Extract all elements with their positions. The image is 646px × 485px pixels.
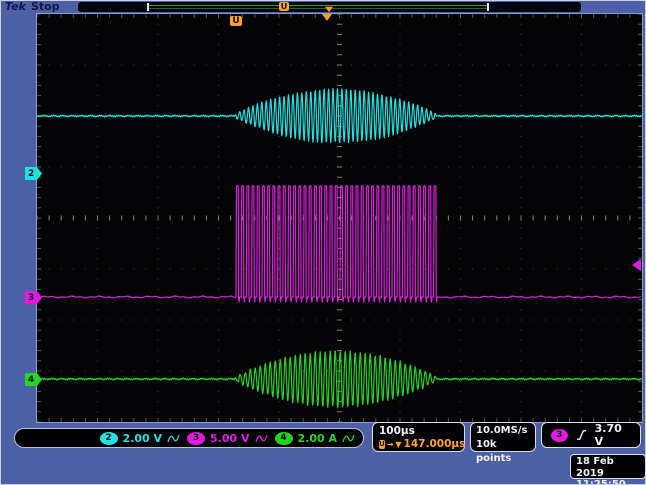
delay-value: 147.000µs bbox=[404, 438, 466, 451]
record-view-strip: U bbox=[78, 2, 581, 12]
expansion-point-icon: U bbox=[379, 440, 385, 449]
horizontal-readout: 100µs U → ▼ 147.000µs bbox=[372, 422, 465, 452]
coupling-squiggle-icon bbox=[167, 433, 180, 444]
channel-2-readout: 2 2.00 V bbox=[100, 432, 180, 445]
rising-edge-icon bbox=[576, 429, 587, 441]
trigger-source-badge: 3 bbox=[551, 429, 568, 442]
trigger-position-icon bbox=[325, 7, 333, 13]
sample-rate: 10.0MS/s bbox=[476, 424, 530, 438]
delay-readout: U → ▼ 147.000µs bbox=[379, 438, 458, 451]
channel-3-readout: 3 5.00 V bbox=[187, 432, 267, 445]
trigger-position-icon bbox=[322, 14, 332, 21]
channel-2-badge: 2 bbox=[100, 432, 118, 445]
trigger-level-arrow-icon bbox=[632, 259, 641, 271]
channel-2-scale: 2.00 V bbox=[123, 432, 162, 445]
channel-readout-bar: 2 2.00 V 3 5.00 V 4 2.00 A bbox=[14, 428, 364, 448]
acquisition-status: Stop bbox=[31, 0, 60, 13]
channel-3-badge: 3 bbox=[187, 432, 205, 445]
date-value: 18 Feb 2019 bbox=[576, 456, 640, 479]
record-length: 10k points bbox=[476, 438, 530, 466]
tek-logo: Tek bbox=[5, 0, 26, 13]
waveform-canvas bbox=[37, 14, 642, 422]
datetime-readout: 18 Feb 2019 11:25:50 bbox=[570, 454, 646, 479]
window-bracket-left bbox=[147, 3, 149, 11]
coupling-squiggle-icon bbox=[255, 433, 268, 444]
oscilloscope-screen: Tek Stop U U 2 3 4 2 2.00 V 3 5.00 V bbox=[0, 0, 646, 485]
trigger-level: 3.70 V bbox=[595, 422, 631, 448]
channel-3-scale: 5.00 V bbox=[210, 432, 249, 445]
record-waveform-line bbox=[149, 8, 488, 9]
trigger-position-icon: ▼ bbox=[395, 440, 401, 449]
expansion-point-icon: U bbox=[279, 2, 289, 11]
window-bracket-right bbox=[487, 3, 489, 11]
channel-4-scale: 2.00 A bbox=[298, 432, 337, 445]
record-waveform-line bbox=[149, 5, 488, 6]
channel-4-badge: 4 bbox=[275, 432, 293, 445]
coupling-squiggle-icon bbox=[342, 433, 355, 444]
channel-4-readout: 4 2.00 A bbox=[275, 432, 355, 445]
trigger-readout: 3 3.70 V bbox=[541, 422, 641, 448]
time-value: 11:25:50 bbox=[576, 479, 640, 485]
expansion-point-icon: U bbox=[230, 16, 242, 26]
delay-arrow-icon: → bbox=[387, 440, 394, 449]
timebase-value: 100µs bbox=[379, 424, 458, 438]
acquisition-readout: 10.0MS/s 10k points bbox=[470, 422, 536, 452]
